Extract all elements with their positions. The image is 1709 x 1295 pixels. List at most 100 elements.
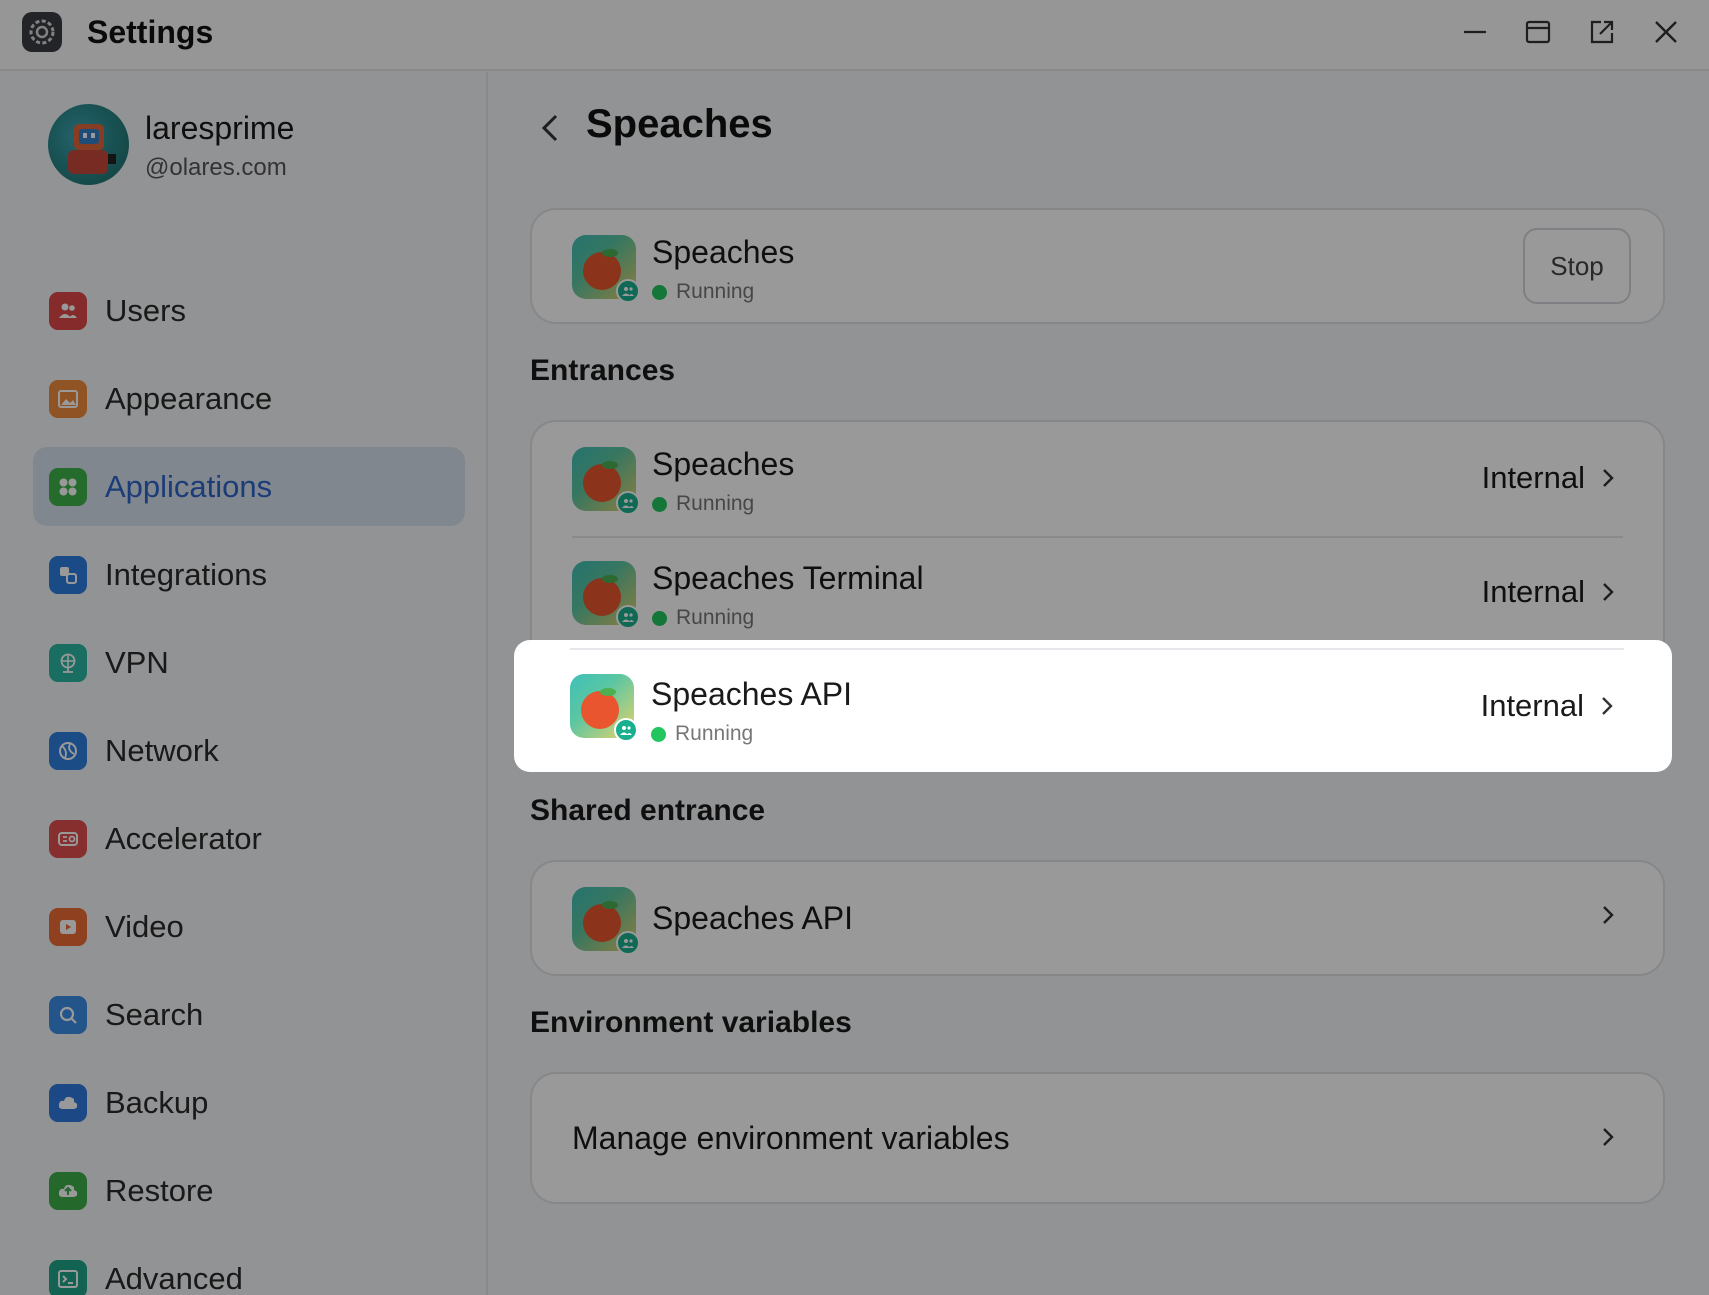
shared-badge-icon (616, 931, 640, 955)
sidebar-item-network[interactable]: Network (33, 711, 465, 790)
sidebar-item-integrations[interactable]: Integrations (33, 535, 465, 614)
entrance-status: Running (651, 722, 753, 746)
entrance-access: Internal (1481, 688, 1618, 724)
network-icon (49, 731, 87, 770)
vpn-icon (49, 643, 87, 682)
sidebar-item-search[interactable]: Search (33, 975, 465, 1054)
app-card: Speaches Running Stop (530, 208, 1665, 324)
env-card[interactable]: Manage environment variables (530, 1072, 1665, 1204)
sidebar-item-users[interactable]: Users (33, 271, 465, 350)
sidebar: laresprime @olares.com Users Appearance … (0, 72, 488, 1295)
manage-env-link[interactable]: Manage environment variables (572, 1120, 1010, 1157)
divider (570, 648, 1624, 650)
video-icon (49, 907, 87, 946)
shared-entrance-card[interactable]: Speaches API (530, 860, 1665, 976)
status-dot (652, 284, 667, 300)
stop-button[interactable]: Stop (1523, 228, 1631, 304)
chevron-right-icon (1597, 467, 1619, 489)
chevron-right-icon (1596, 695, 1618, 717)
integrations-icon (49, 555, 87, 594)
app-name: Speaches (652, 234, 795, 270)
minimize-icon[interactable] (1457, 14, 1493, 50)
sidebar-item-label: VPN (105, 644, 169, 680)
entrance-access: Internal (1482, 574, 1619, 610)
maximize-icon[interactable] (1520, 14, 1556, 50)
entrance-row[interactable]: Speaches Running Internal (532, 422, 1663, 536)
entrances-heading: Entrances (530, 354, 676, 387)
entrance-name: Speaches (652, 446, 795, 482)
speaches-app-icon (572, 447, 640, 515)
speaches-app-icon (572, 561, 640, 629)
shared-entrance-name: Speaches API (652, 900, 854, 936)
shared-badge-icon (616, 605, 640, 629)
env-heading: Environment variables (530, 1006, 852, 1039)
sidebar-item-label: Backup (105, 1084, 209, 1120)
shared-entrance-chevron (1585, 904, 1619, 926)
close-icon[interactable] (1648, 14, 1684, 50)
sidebar-item-label: Accelerator (105, 820, 262, 856)
chevron-right-icon (1597, 581, 1619, 603)
entrance-row[interactable]: Speaches Terminal Running Internal (532, 536, 1663, 650)
entrance-status-text: Running (676, 492, 755, 515)
sidebar-item-label: Video (105, 908, 184, 944)
sidebar-item-label: Search (105, 996, 204, 1032)
shared-badge-icon (616, 491, 640, 515)
avatar (48, 104, 129, 185)
sidebar-item-label: Restore (105, 1172, 214, 1208)
apps-icon (49, 467, 87, 506)
profile-name: laresprime (145, 110, 295, 146)
entrance-status: Running (652, 606, 754, 630)
status-dot (651, 726, 666, 742)
chevron-right-icon (1597, 904, 1619, 926)
users-icon (49, 291, 87, 330)
sidebar-item-advanced[interactable]: Advanced (33, 1239, 465, 1295)
cloud-icon (49, 1083, 87, 1122)
sidebar-item-restore[interactable]: Restore (33, 1151, 465, 1230)
entrance-status: Running (652, 492, 754, 516)
settings-gear-icon (22, 12, 62, 52)
env-chevron (1585, 1126, 1619, 1148)
app-status-text: Running (676, 280, 755, 303)
sidebar-item-backup[interactable]: Backup (33, 1063, 465, 1142)
entrance-access-label: Internal (1480, 688, 1584, 723)
entrance-status-text: Running (676, 606, 755, 629)
entrance-name: Speaches API (651, 676, 853, 712)
highlighted-entrance-row[interactable]: Speaches API Running Internal (514, 640, 1672, 772)
sidebar-item-label: Users (105, 292, 186, 328)
speaches-app-icon (572, 887, 640, 955)
shared-entrance-row[interactable]: Speaches API (532, 862, 1663, 976)
sidebar-item-label: Network (105, 732, 219, 768)
shared-badge-icon (616, 279, 640, 303)
app-status: Running (652, 280, 754, 304)
sidebar-item-label: Integrations (105, 556, 267, 592)
image-icon (49, 379, 87, 418)
speaches-app-icon (570, 674, 638, 742)
profile-domain: @olares.com (145, 154, 287, 181)
terminal-icon (49, 1259, 87, 1295)
sidebar-item-label: Advanced (105, 1260, 243, 1295)
window-titlebar: Settings (0, 0, 1709, 71)
open-external-icon[interactable] (1584, 14, 1620, 50)
sidebar-item-accelerator[interactable]: Accelerator (33, 799, 465, 878)
sidebar-item-vpn[interactable]: VPN (33, 623, 465, 702)
entrance-status-text: Running (675, 722, 754, 745)
shared-badge-icon (614, 718, 638, 742)
search-icon (49, 995, 87, 1034)
status-dot (652, 496, 667, 512)
user-profile[interactable]: laresprime @olares.com (48, 104, 468, 188)
entrance-name: Speaches Terminal (652, 560, 924, 596)
window-title: Settings (87, 14, 214, 50)
sidebar-item-video[interactable]: Video (33, 887, 465, 966)
status-dot (652, 610, 667, 626)
shared-entrance-heading: Shared entrance (530, 794, 766, 827)
speaches-app-icon (572, 235, 640, 303)
sidebar-item-appearance[interactable]: Appearance (33, 359, 465, 438)
sidebar-item-applications[interactable]: Applications (33, 447, 465, 526)
back-chevron-icon[interactable] (530, 108, 570, 148)
page-title: Speaches (586, 102, 773, 146)
app-row: Speaches Running Stop (532, 210, 1663, 324)
entrance-access: Internal (1482, 460, 1619, 496)
restore-icon (49, 1171, 87, 1210)
entrance-access-label: Internal (1481, 460, 1585, 495)
chevron-right-icon (1597, 1126, 1619, 1148)
